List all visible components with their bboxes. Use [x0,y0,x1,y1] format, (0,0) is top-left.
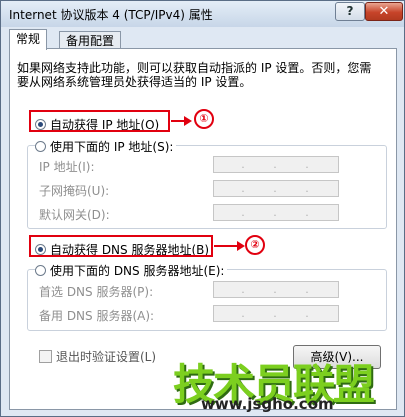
description-text: 如果网络支持此功能，则可以获取自动指派的 IP 设置。否则，您需要从网络系统管理… [17,61,372,89]
manual-dns-radio[interactable]: 使用下面的 DNS 服务器地址(E): [35,262,228,279]
window-title: Internet 协议版本 4 (TCP/IPv4) 属性 [9,8,213,22]
radio-unselected-indicator [35,265,46,276]
close-button[interactable]: ✕ [365,2,403,21]
manual-ip-radio[interactable]: 使用下面的 IP 地址(S): [35,138,177,155]
subnet-mask-input[interactable]: ... [213,180,339,197]
help-button[interactable]: ? [335,2,365,21]
default-gateway-label: 默认网关(D): [39,208,110,222]
preferred-dns-input[interactable]: ... [213,281,339,298]
marker-2: ② [245,235,265,255]
default-gateway-input[interactable]: ... [213,204,339,221]
ip-address-input[interactable]: ... [213,156,339,173]
checkbox-box [39,350,52,363]
arrow-2-line [214,245,238,247]
validate-settings-label: 退出时验证设置(L) [56,350,157,364]
manual-dns-label: 使用下面的 DNS 服务器地址(E): [50,264,225,278]
arrow-2-head [237,241,245,251]
alternate-dns-input[interactable]: ... [213,305,339,322]
highlight-box-1 [29,110,170,132]
radio-unselected-indicator [35,141,46,152]
ip-address-label: IP 地址(I): [39,160,95,174]
manual-ip-label: 使用下面的 IP 地址(S): [50,140,174,154]
marker-1: ① [194,109,214,129]
arrow-1-line [171,120,185,122]
arrow-1-head [184,116,192,126]
preferred-dns-label: 首选 DNS 服务器(P): [39,285,154,299]
tab-general[interactable]: 常规 [9,29,48,50]
alternate-dns-label: 备用 DNS 服务器(A): [39,309,155,323]
dialog-window: Internet 协议版本 4 (TCP/IPv4) 属性 ? ✕ 常规 备用配… [0,0,405,417]
title-bar: Internet 协议版本 4 (TCP/IPv4) 属性 ? ✕ [1,1,404,27]
highlight-box-2 [29,235,213,257]
subnet-mask-label: 子网掩码(U): [39,184,110,198]
validate-settings-checkbox[interactable]: 退出时验证设置(L) [39,348,156,365]
watermark-url: www.jsgho.com [201,395,334,413]
